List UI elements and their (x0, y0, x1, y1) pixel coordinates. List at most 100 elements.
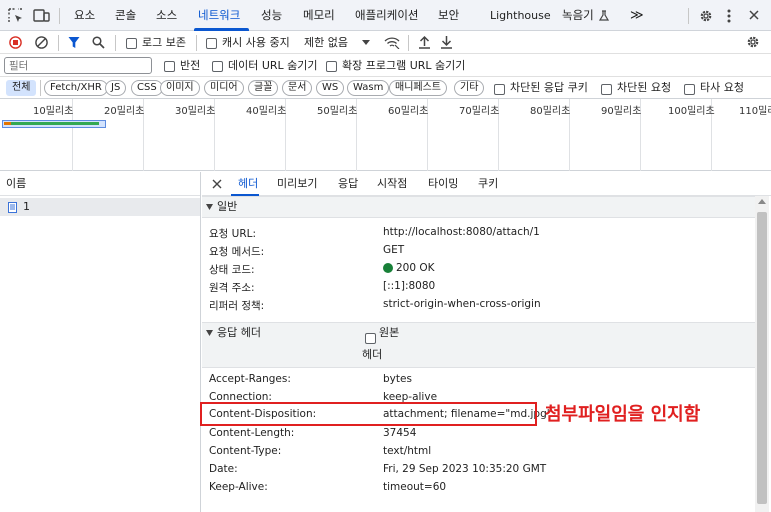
type-filter-manifest[interactable]: 매니페스트 (389, 80, 447, 96)
hide-data-urls-checkbox[interactable] (212, 59, 223, 72)
response-headers-section-header[interactable]: 응답 헤더 원본 헤더 (202, 322, 755, 368)
preserve-log-checkbox[interactable] (126, 36, 137, 49)
toolbar-divider (58, 35, 59, 51)
general-key: 원격 주소: (209, 282, 255, 294)
timeline-request-bar (4, 122, 11, 125)
response-header-value: 37454 (383, 427, 417, 439)
more-tabs-button[interactable]: ≫ (630, 0, 644, 31)
timeline-tick-label: 100밀리초 (668, 106, 715, 117)
referrer-policy-value: strict-origin-when-cross-origin (383, 298, 541, 310)
type-filter-media[interactable]: 미디어 (204, 80, 244, 96)
name-column-header[interactable]: 이름 (0, 172, 200, 196)
invert-checkbox[interactable] (164, 59, 175, 72)
remote-address-value: [::1]:8080 (383, 280, 436, 292)
network-toolbar: 로그 보존 캐시 사용 중지 제한 없음 (0, 31, 771, 54)
hide-data-urls-label: 데이터 URL 숨기기 (228, 59, 318, 72)
dropdown-arrow-icon[interactable] (362, 40, 370, 45)
type-filter-wasm[interactable]: Wasm (347, 80, 390, 96)
tab-cookies[interactable]: 쿠키 (478, 172, 498, 196)
settings-gear-icon[interactable] (699, 9, 713, 23)
section-title: 일반 (217, 200, 238, 213)
type-filter-fetch-xhr[interactable]: Fetch/XHR (44, 80, 108, 96)
timeline-tick-label: 20밀리초 (104, 106, 145, 117)
record-stop-icon[interactable] (9, 36, 22, 49)
tab-console[interactable]: 콘솔 (115, 0, 136, 31)
close-devtools-icon[interactable] (748, 9, 760, 21)
search-icon[interactable] (92, 36, 105, 49)
network-conditions-icon[interactable] (384, 36, 400, 49)
type-filter-doc[interactable]: 문서 (282, 80, 313, 96)
response-header-key: Content-Length: (209, 427, 295, 439)
general-section-header[interactable]: 일반 (202, 196, 755, 218)
tab-performance[interactable]: 성능 (261, 0, 282, 31)
tab-response[interactable]: 응답 (338, 172, 358, 196)
type-filter-ws[interactable]: WS (316, 80, 345, 96)
export-har-icon[interactable] (440, 35, 453, 49)
collapse-triangle-icon (206, 204, 213, 210)
network-settings-gear-icon[interactable] (746, 35, 760, 49)
tab-elements[interactable]: 요소 (74, 0, 95, 31)
detail-scrollbar[interactable] (755, 196, 769, 512)
content-disposition-highlight-box (200, 402, 537, 426)
annotation-text: 첨부파일임을 인지함 (545, 404, 701, 425)
request-method-value: GET (383, 244, 405, 256)
timeline-request-bar (11, 122, 99, 125)
filter-funnel-icon[interactable] (68, 36, 80, 49)
tab-network[interactable]: 네트워크 (198, 0, 240, 31)
raw-headers-label: 원본 (379, 326, 400, 339)
tab-application[interactable]: 애플리케이션 (355, 0, 418, 31)
type-filter-font[interactable]: 글꼴 (248, 80, 279, 96)
network-timeline-overview[interactable]: 10밀리초 20밀리초 30밀리초 40밀리초 50밀리초 60밀리초 70밀리… (0, 99, 771, 171)
tab-headers[interactable]: 헤더 (238, 172, 258, 196)
more-options-icon[interactable] (727, 9, 731, 23)
tab-security[interactable]: 보안 (438, 0, 459, 31)
third-party-label: 타사 요청 (700, 81, 744, 94)
device-toolbar-icon[interactable] (33, 8, 50, 23)
hide-extension-urls-checkbox[interactable] (326, 59, 337, 72)
toolbar-divider (688, 8, 689, 24)
detail-tab-bar: 헤더 미리보기 응답 시작점 타이밍 쿠키 (202, 172, 771, 196)
throttling-select[interactable]: 제한 없음 (304, 31, 348, 54)
timeline-tick-label: 50밀리초 (317, 106, 358, 117)
type-filter-other[interactable]: 기타 (454, 80, 485, 96)
toolbar-divider (196, 35, 197, 51)
tab-lighthouse[interactable]: Lighthouse (490, 0, 551, 31)
blocked-requests-label: 차단된 요청 (617, 81, 672, 94)
response-header-value: bytes (383, 373, 412, 385)
request-detail-panel: 헤더 미리보기 응답 시작점 타이밍 쿠키 일반 요청 URL: http://… (202, 172, 771, 512)
filter-input[interactable] (4, 57, 152, 74)
blocked-cookies-checkbox[interactable] (494, 82, 505, 95)
timeline-tick-label: 110밀리초 (739, 106, 771, 117)
third-party-checkbox[interactable] (684, 82, 695, 95)
hide-extension-urls-label: 확장 프로그램 URL 숨기기 (342, 59, 466, 72)
tab-memory[interactable]: 메모리 (303, 0, 335, 31)
preserve-log-label: 로그 보존 (142, 36, 186, 49)
clear-icon[interactable] (35, 36, 48, 49)
request-name: 1 (23, 200, 30, 213)
general-key: 리퍼러 정책: (209, 300, 265, 312)
response-header-value: timeout=60 (383, 481, 447, 493)
type-filter-all[interactable]: 전체 (6, 80, 37, 96)
collapse-triangle-icon (206, 330, 213, 336)
response-header-value: text/html (383, 445, 432, 457)
request-row[interactable]: 1 (0, 198, 200, 216)
tab-timing[interactable]: 타이밍 (428, 172, 458, 196)
inspect-element-icon[interactable] (8, 8, 23, 23)
type-filter-js[interactable]: JS (105, 80, 127, 96)
blocked-requests-checkbox[interactable] (601, 82, 612, 95)
headers-sub-label: 헤더 (362, 348, 383, 361)
close-detail-icon[interactable] (212, 179, 222, 189)
type-filter-image[interactable]: 이미지 (160, 80, 200, 96)
request-url-value: http://localhost:8080/attach/1 (383, 226, 540, 238)
timeline-tick-label: 10밀리초 (33, 106, 74, 117)
tab-sources[interactable]: 소스 (156, 0, 177, 31)
scrollbar-thumb[interactable] (757, 212, 767, 504)
response-header-key: Keep-Alive: (209, 481, 268, 493)
scroll-up-arrow-icon[interactable] (758, 199, 766, 204)
tab-preview[interactable]: 미리보기 (277, 172, 317, 196)
disable-cache-checkbox[interactable] (206, 36, 217, 49)
tab-initiator[interactable]: 시작점 (377, 172, 407, 196)
tab-recorder[interactable]: 녹음기 (562, 0, 594, 31)
import-har-icon[interactable] (418, 35, 431, 49)
type-filter-css[interactable]: CSS (131, 80, 163, 96)
